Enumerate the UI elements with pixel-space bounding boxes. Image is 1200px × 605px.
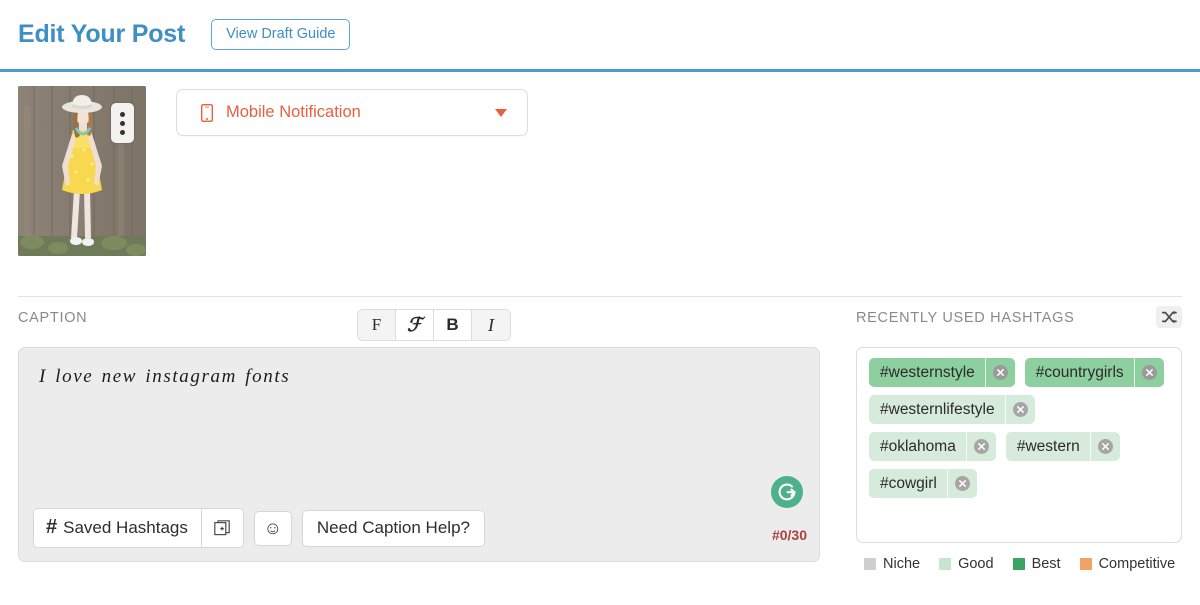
post-preview-section: Mobile Notification [0, 72, 1200, 286]
shuffle-glyph [1161, 310, 1177, 324]
legend-swatch [939, 558, 952, 570]
hashtag-chip-label: #cowgirl [880, 474, 937, 492]
post-thumbnail-wrapper[interactable] [18, 86, 146, 256]
chevron-down-icon[interactable] [495, 108, 507, 117]
remove-hashtag-icon[interactable] [946, 469, 977, 498]
mobile-phone-icon [201, 103, 213, 122]
font-bold-button[interactable]: B [434, 310, 472, 340]
recently-used-hashtags-label: RECENTLY USED HASHTAGS [856, 310, 1075, 326]
font-serif-button[interactable]: F [358, 310, 396, 340]
page-title: Edit Your Post [18, 20, 186, 48]
legend-item-niche: Niche [864, 556, 920, 572]
emoji-picker-button[interactable]: ☺ [253, 510, 292, 546]
editor-section: CAPTION F ℱ B I I love new instagram fon… [0, 297, 1200, 572]
legend-item-best: Best [1012, 556, 1061, 572]
kebab-dot [120, 111, 125, 117]
saved-hashtags-label: Saved Hashtags [63, 517, 188, 537]
hashtag-chip[interactable]: #westernstyle [869, 358, 1015, 387]
legend-label: Best [1031, 556, 1061, 572]
hashtag-chip-label: #western [1016, 437, 1080, 455]
grammarly-glyph [778, 483, 796, 501]
legend-swatch [1012, 558, 1025, 570]
remove-hashtag-icon[interactable] [1133, 358, 1164, 387]
font-italic-button[interactable]: I [472, 310, 510, 340]
hashtags-column: RECENTLY USED HASHTAGS #westernstyle #co… [856, 306, 1182, 572]
legend-item-good: Good [939, 556, 994, 572]
hashtag-chip-label: #countrygirls [1035, 363, 1124, 381]
kebab-dot [120, 129, 125, 135]
remove-hashtag-icon[interactable] [1004, 395, 1035, 424]
saved-hashtags-button[interactable]: # Saved Hashtags [34, 509, 201, 547]
legend-label: Niche [883, 556, 921, 572]
hashtag-chip[interactable]: #westernlifestyle [869, 395, 1035, 424]
hashtag-chip-label: #westernlifestyle [880, 400, 995, 418]
kebab-dot [120, 120, 125, 126]
hashtag-chip-label: #oklahoma [880, 437, 956, 455]
hashtag-chip-list: #westernstyle #countrygirls #westernlife… [856, 347, 1182, 543]
caption-textarea[interactable]: I love new instagram fonts #0/30 # Saved… [18, 347, 820, 562]
remove-hashtag-icon[interactable] [1089, 432, 1120, 461]
page-header: Edit Your Post View Draft Guide [0, 0, 1200, 72]
hashtag-tier-legend: Niche Good Best Competitive [856, 556, 1182, 572]
caption-text-value[interactable]: I love new instagram fonts [39, 366, 799, 388]
grammarly-g-icon[interactable] [771, 476, 803, 508]
hashtag-chip-label: #westernstyle [880, 363, 975, 381]
hashtag-chip[interactable]: #oklahoma [869, 432, 996, 461]
legend-label: Competitive [1098, 556, 1176, 572]
font-style-toolbar[interactable]: F ℱ B I [358, 310, 510, 340]
notification-type-label: Mobile Notification [226, 103, 361, 121]
hashtag-chip[interactable]: #countrygirls [1024, 358, 1164, 387]
need-caption-help-button[interactable]: Need Caption Help? [301, 509, 485, 547]
hashtags-header: RECENTLY USED HASHTAGS [856, 306, 1182, 332]
add-collection-glyph [214, 519, 230, 535]
caption-toolbar: # Saved Hashtags ☺ Need Caption Help? [33, 508, 485, 548]
font-script-button[interactable]: ℱ [396, 310, 434, 340]
hashtag-counter: #0/30 [771, 527, 807, 543]
caption-column: CAPTION F ℱ B I I love new instagram fon… [18, 310, 820, 572]
remove-hashtag-icon[interactable] [984, 358, 1015, 387]
remove-hashtag-icon[interactable] [965, 432, 996, 461]
hash-icon: # [46, 516, 58, 538]
kebab-menu-icon[interactable] [111, 103, 134, 143]
legend-item-competitive: Competitive [1079, 556, 1176, 572]
notification-type-dropdown[interactable]: Mobile Notification [176, 89, 528, 136]
hashtag-chip[interactable]: #western [1005, 432, 1120, 461]
legend-swatch [864, 558, 876, 570]
hashtag-chip[interactable]: #cowgirl [869, 469, 977, 498]
add-to-collection-icon[interactable] [200, 509, 243, 547]
legend-swatch [1079, 558, 1092, 570]
view-draft-guide-button[interactable]: View Draft Guide [211, 18, 351, 51]
shuffle-icon[interactable] [1156, 306, 1182, 328]
saved-hashtags-group[interactable]: # Saved Hashtags [33, 508, 244, 548]
legend-label: Good [958, 556, 994, 572]
